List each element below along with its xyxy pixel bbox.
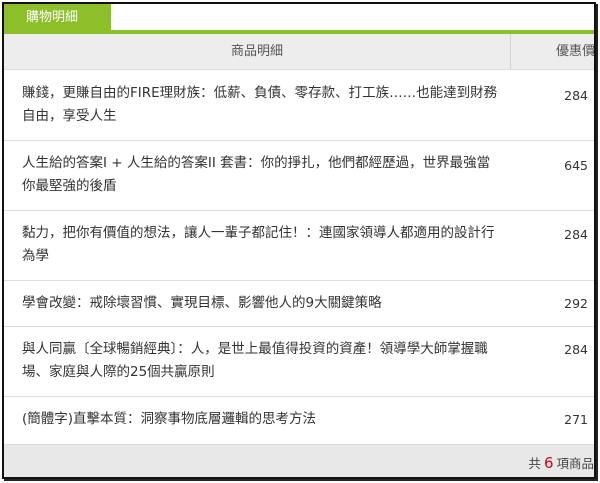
table-row: (簡體字)直擊本質：洞察事物底層邏輯的思考方法 271 — [4, 397, 594, 444]
item-price: 284 — [564, 342, 588, 357]
table-footer: 共 6 項商品 — [4, 444, 594, 477]
column-header-price: 優惠價 — [556, 44, 596, 59]
item-title-link[interactable]: 人生給的答案I + 人生給的答案II 套書：你的掙扎，他們都經歷過，世界最強當你… — [22, 152, 500, 198]
item-count: 6 — [543, 454, 554, 472]
item-price: 271 — [564, 412, 588, 427]
tab-bar: 購物明細 — [4, 4, 594, 34]
table-row: 黏力，把你有價值的想法，讓人一輩子都記住！：連國家領導人都適用的設計行為學 28… — [4, 211, 594, 281]
item-price: 292 — [564, 296, 588, 311]
column-divider — [510, 34, 511, 70]
table-row: 學會改變：戒除壞習慣、實現目標、影響他人的9大關鍵策略 292 — [4, 281, 594, 327]
shopping-detail-panel: 購物明細 商品明細 優惠價 賺錢，更賺自由的FIRE理財族：低薪、負債、零存款、… — [2, 2, 596, 479]
item-price: 284 — [564, 227, 588, 242]
item-count-summary: 共 6 項商品 — [528, 454, 594, 472]
column-header-item: 商品明細 — [230, 44, 283, 59]
table-header: 商品明細 優惠價 — [4, 34, 596, 70]
table-row: 人生給的答案I + 人生給的答案II 套書：你的掙扎，他們都經歷過，世界最強當你… — [4, 141, 594, 211]
item-title-link[interactable]: 學會改變：戒除壞習慣、實現目標、影響他人的9大關鍵策略 — [22, 292, 500, 315]
table-row: 賺錢，更賺自由的FIRE理財族：低薪、負債、零存款、打工族……也能達到財務自由，… — [4, 70, 594, 141]
tab-shopping-detail[interactable]: 購物明細 — [4, 4, 111, 32]
item-list: 賺錢，更賺自由的FIRE理財族：低薪、負債、零存款、打工族……也能達到財務自由，… — [4, 70, 594, 444]
item-price: 645 — [564, 158, 588, 173]
table-row: 與人同贏〔全球暢銷經典〕：人，是世上最值得投資的資產！領導學大師掌握職場、家庭與… — [4, 327, 594, 397]
item-title-link[interactable]: (簡體字)直擊本質：洞察事物底層邏輯的思考方法 — [22, 408, 500, 431]
item-title-link[interactable]: 賺錢，更賺自由的FIRE理財族：低薪、負債、零存款、打工族……也能達到財務自由，… — [22, 82, 500, 128]
item-price: 284 — [564, 88, 588, 103]
item-title-link[interactable]: 與人同贏〔全球暢銷經典〕：人，是世上最值得投資的資產！領導學大師掌握職場、家庭與… — [22, 338, 500, 384]
item-title-link[interactable]: 黏力，把你有價值的想法，讓人一輩子都記住！：連國家領導人都適用的設計行為學 — [22, 222, 500, 268]
